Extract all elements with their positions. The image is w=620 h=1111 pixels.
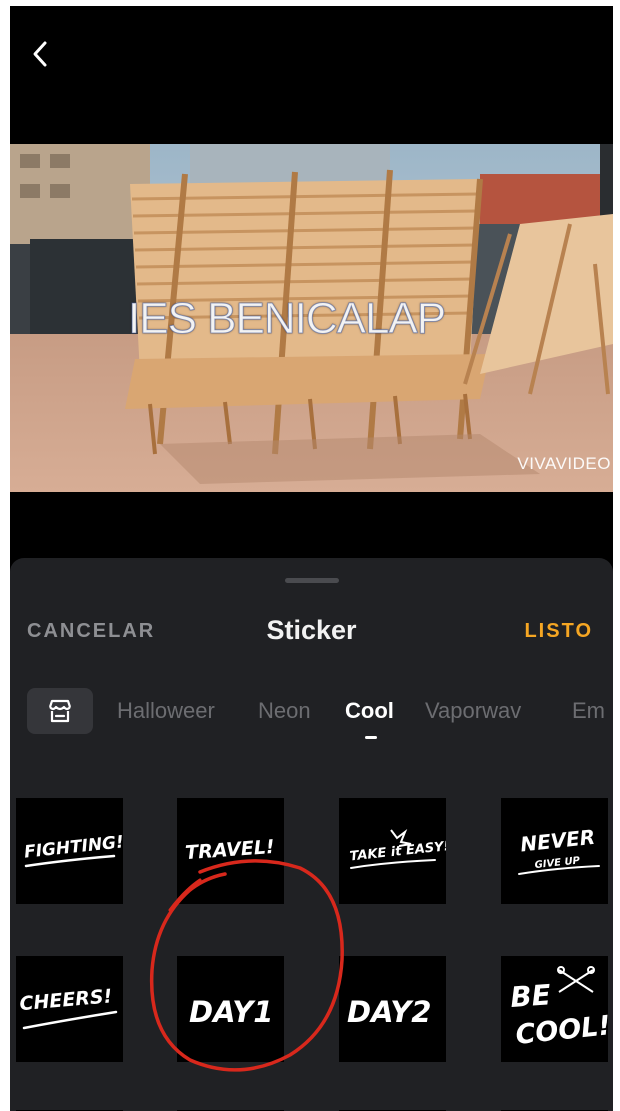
store-icon [48,699,72,723]
tab-vaporwave[interactable]: Vaporwav [425,698,521,724]
sticker-text: FIGHTING! [23,832,123,862]
tab-halloween[interactable]: Halloweer [117,698,215,724]
sticker-day1[interactable]: DAY1 [177,956,284,1062]
sticker-take-it-easy[interactable]: TAKE it EASY! [339,798,446,904]
back-button[interactable] [22,34,58,74]
sticker-store-button[interactable] [27,688,93,734]
category-tabs: Halloweer Neon Cool Vaporwav Em [10,688,613,748]
tab-cool[interactable]: Cool [345,698,394,724]
sticker-day2[interactable]: DAY2 [339,956,446,1062]
sticker-text: BE [509,978,552,1014]
sticker-fighting[interactable]: FIGHTING! [16,798,123,904]
app-screen: IES BENICALAP VIVAVIDEO CANCELAR Sticker… [10,6,613,1111]
active-tab-indicator [365,736,377,739]
preview-overlay-text[interactable]: IES BENICALAP [127,294,446,344]
sticker-subtext: COOL! [514,1010,608,1051]
sticker-text: TRAVEL! [184,836,275,864]
sticker-travel[interactable]: TRAVEL! [177,798,284,904]
sticker-never-give-up[interactable]: NEVER GIVE UP [501,798,608,904]
sticker-text: CHEERS! [19,985,113,1015]
chevron-left-icon [33,41,47,67]
tab-neon[interactable]: Neon [258,698,311,724]
video-preview: IES BENICALAP VIVAVIDEO [10,144,613,492]
done-button[interactable]: LISTO [524,620,593,643]
sticker-cheers[interactable]: CHEERS! [16,956,123,1062]
sheet-drag-handle[interactable] [285,578,339,583]
skateboard-icon [557,966,595,993]
sticker-text: DAY1 [189,995,273,1029]
sticker-sheet: CANCELAR Sticker LISTO Halloweer Neon Co… [10,558,613,1111]
sticker-text: NEVER [519,825,596,857]
sticker-text: DAY2 [347,995,431,1029]
sheet-title: Sticker [266,615,357,645]
watermark-logo: VIVAVIDEO [517,454,611,473]
tab-emoji[interactable]: Em [572,698,605,724]
sticker-be-cool[interactable]: BE COOL! [501,956,608,1062]
